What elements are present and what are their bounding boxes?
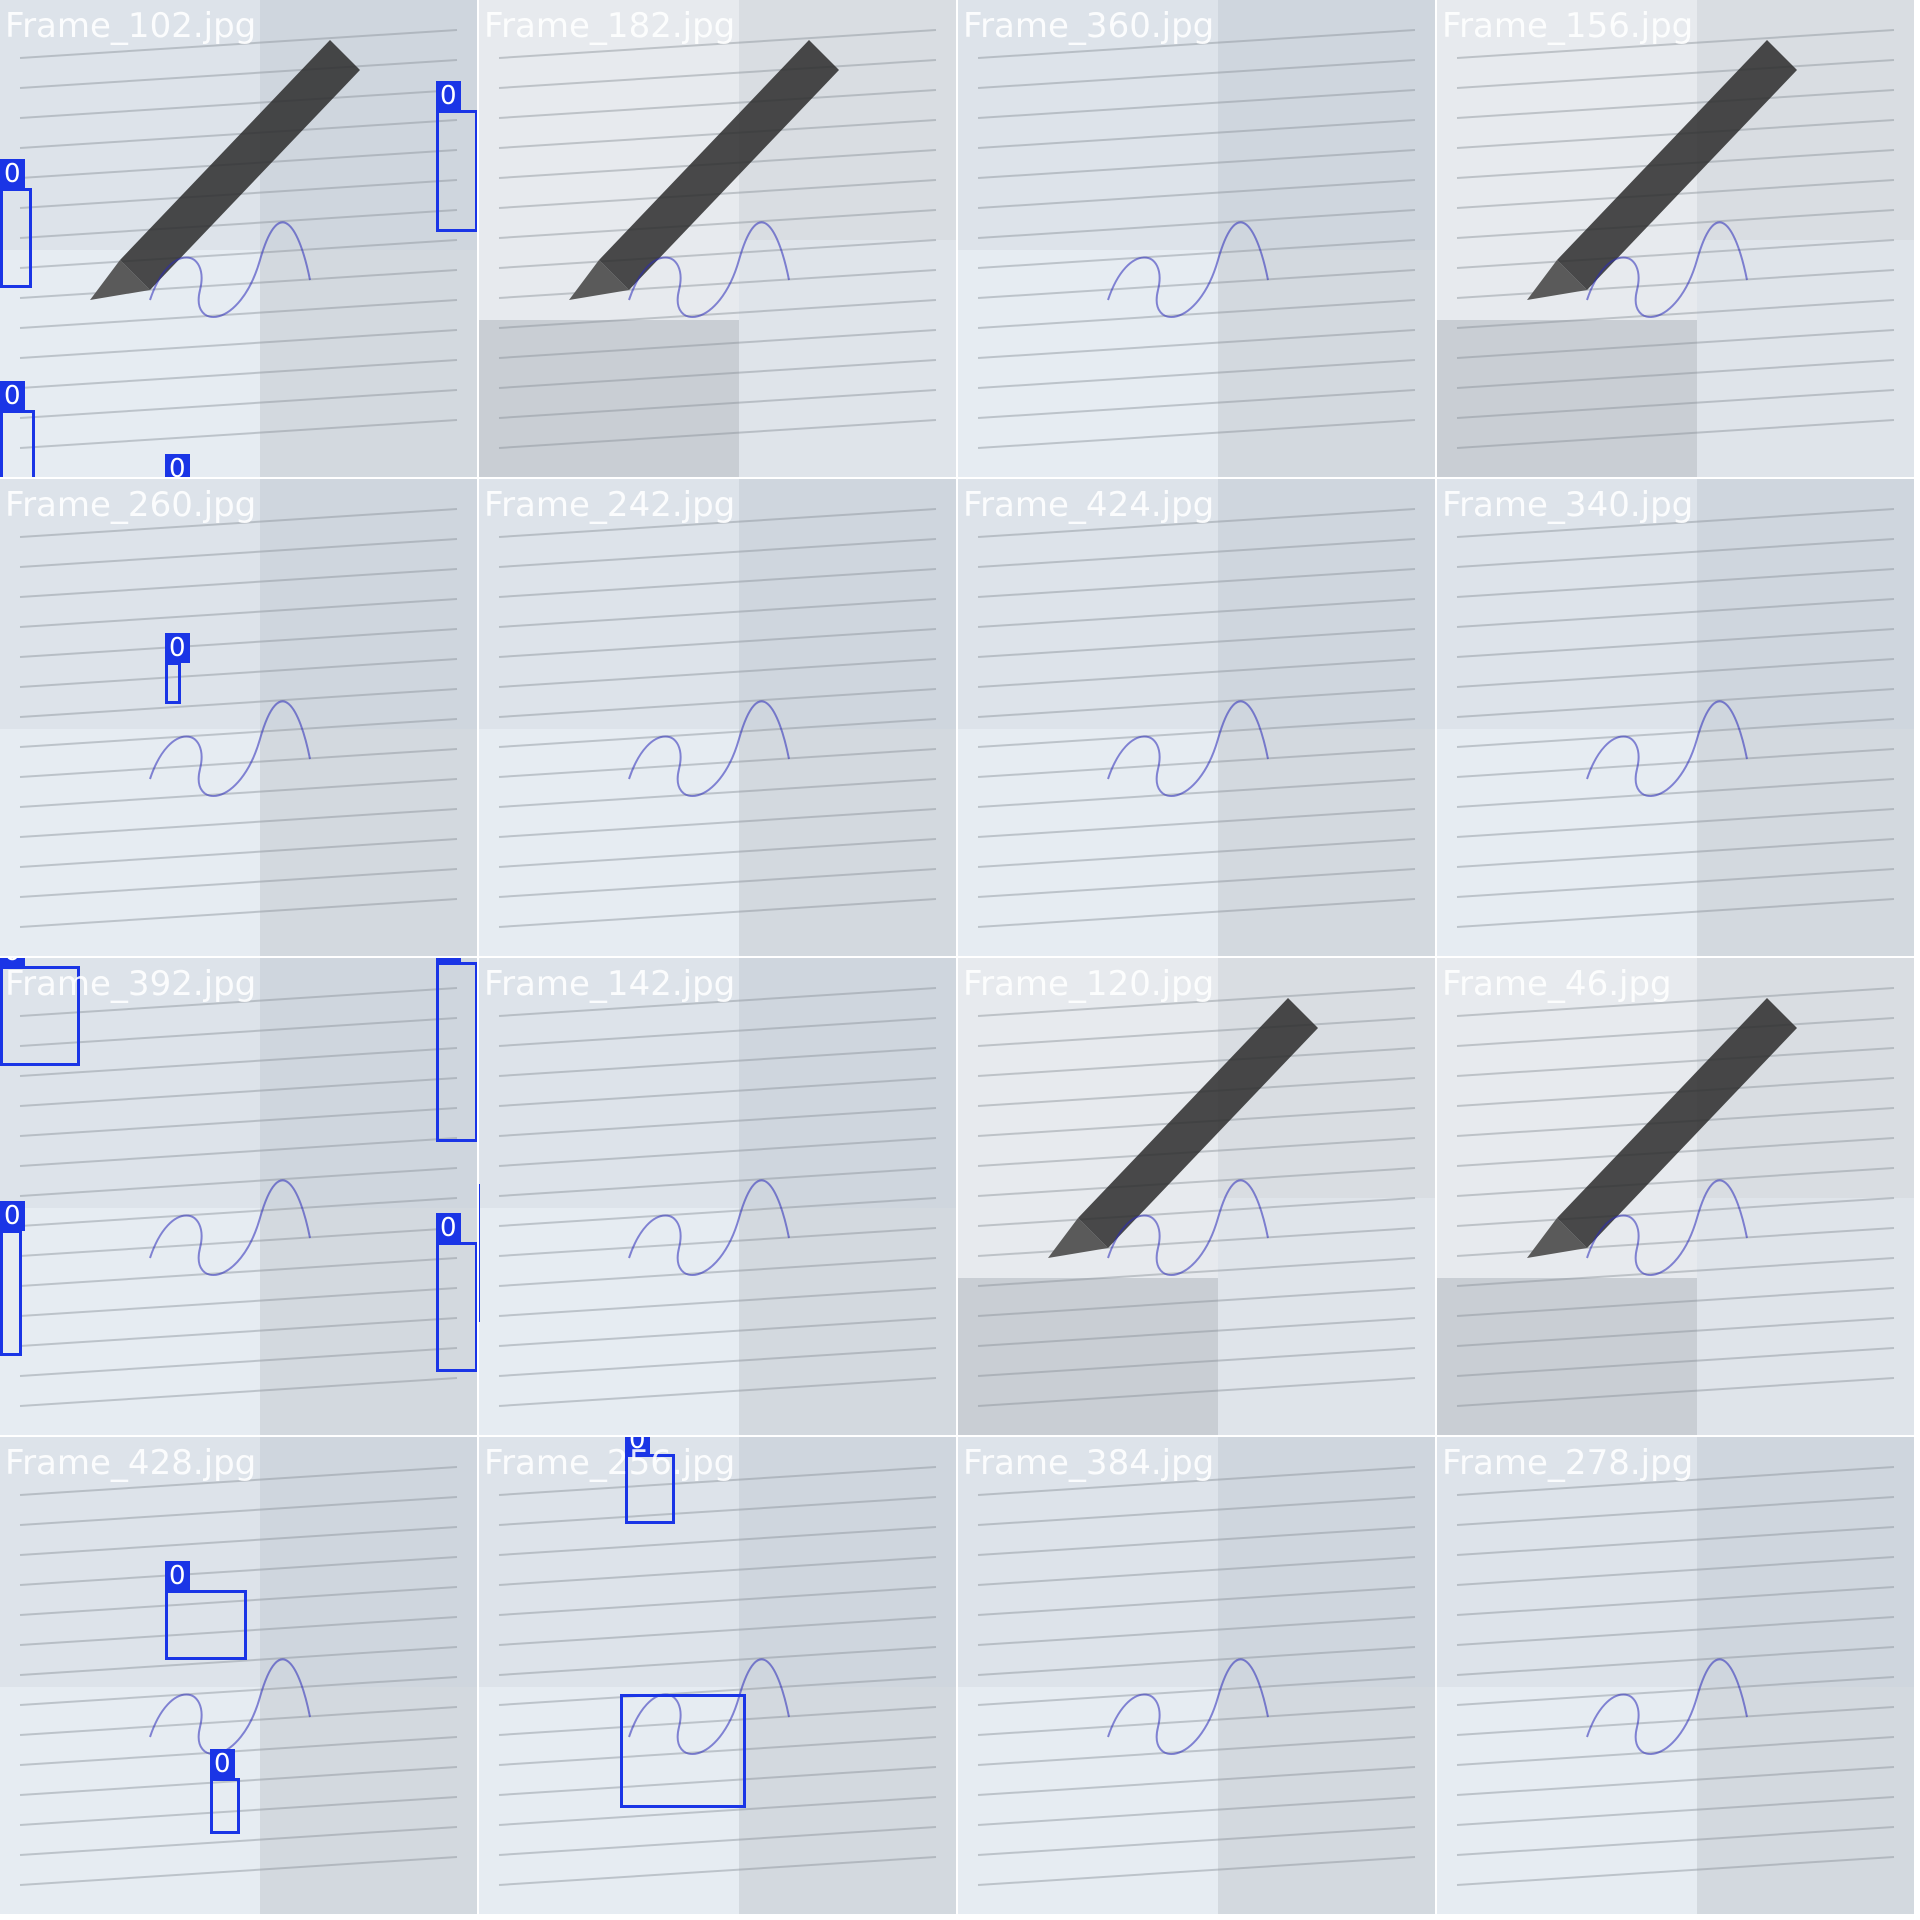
detection-box: 0: [0, 381, 35, 477]
detection-class-label: 0: [165, 633, 190, 663]
tile-filename: Frame_242.jpg: [484, 485, 736, 525]
mosaic-tile: Frame_256.jpg 0: [479, 1437, 956, 1914]
detection-box: 0: [210, 1749, 240, 1834]
mosaic-tile: Frame_340.jpg00: [1437, 479, 1914, 956]
photo-background: [958, 1437, 1435, 1914]
photo-background: [1437, 0, 1914, 477]
detection-box: 0: [165, 633, 190, 704]
detection-box: [620, 1694, 746, 1808]
tile-filename: Frame_156.jpg: [1442, 6, 1694, 46]
tile-filename: Frame_278.jpg: [1442, 1443, 1694, 1483]
mosaic-tile: Frame_424.jpg00: [958, 479, 1435, 956]
detection-box: 0: [436, 1213, 477, 1372]
mosaic-tile: Frame_120.jpg00: [958, 958, 1435, 1435]
tile-filename: Frame_424.jpg: [963, 485, 1215, 525]
photo-background: [0, 0, 477, 477]
mosaic-tile: Frame_260.jpg 0: [0, 479, 477, 956]
detection-class-label: 0: [0, 159, 25, 189]
photo-background: [1437, 479, 1914, 956]
mosaic-tile: Frame_428.jpg 0 0: [0, 1437, 477, 1914]
detection-box: 0: [436, 81, 477, 232]
detection-box: 0: [165, 1561, 247, 1660]
mosaic-tile: Frame_156.jpg00: [1437, 0, 1914, 477]
photo-background: [0, 1437, 477, 1914]
mosaic-tile: Frame_384.jpg0: [958, 1437, 1435, 1914]
photo-background: [958, 479, 1435, 956]
tile-filename: Frame_360.jpg: [963, 6, 1215, 46]
detection-box: 0: [0, 159, 32, 288]
tile-filename: Frame_428.jpg: [5, 1443, 257, 1483]
photo-background: [958, 958, 1435, 1435]
tile-filename: Frame_182.jpg: [484, 6, 736, 46]
tile-filename: Frame_384.jpg: [963, 1443, 1215, 1483]
tile-filename: Frame_46.jpg: [1442, 964, 1672, 1004]
detection-box: 0: [479, 1184, 480, 1322]
detection-class-label: 0: [165, 454, 190, 477]
photo-background: [479, 958, 956, 1435]
tile-filename: Frame_142.jpg: [484, 964, 736, 1004]
photo-background: [958, 0, 1435, 477]
photo-background: [1437, 958, 1914, 1435]
photo-background: [479, 0, 956, 477]
detection-class-label: 0: [436, 958, 461, 963]
mosaic-tile: Frame_102.jpg 0 0 0 0: [0, 0, 477, 477]
tile-filename: Frame_256.jpg: [484, 1443, 736, 1483]
photo-background: [479, 479, 956, 956]
detection-class-label: 0: [210, 1749, 235, 1779]
photo-background: [1437, 1437, 1914, 1914]
detection-box: 0: [436, 958, 477, 1142]
mosaic-tile: Frame_278.jpg: [1437, 1437, 1914, 1914]
detection-class-label: 0: [0, 1201, 25, 1231]
detection-class-label: 0: [436, 81, 461, 111]
mosaic-tile: Frame_182.jpg000: [479, 0, 956, 477]
mosaic-tile: Frame_46.jpg00: [1437, 958, 1914, 1435]
mosaic-tile: Frame_142.jpg 0: [479, 958, 956, 1435]
tile-filename: Frame_102.jpg: [5, 6, 257, 46]
photo-background: [0, 479, 477, 956]
mosaic-tile: Frame_242.jpg0: [479, 479, 956, 956]
detection-class-label: 0: [0, 381, 25, 411]
tile-filename: Frame_120.jpg: [963, 964, 1215, 1004]
detection-box: 0: [0, 1201, 25, 1356]
tile-filename: Frame_260.jpg: [5, 485, 257, 525]
detection-class-label: 0: [165, 1561, 190, 1591]
detection-class-label: 0: [436, 1213, 461, 1243]
tile-filename: Frame_392.jpg: [5, 964, 257, 1004]
mosaic-tile: Frame_392.jpg0000: [0, 958, 477, 1435]
mosaic-tile: Frame_360.jpg00: [958, 0, 1435, 477]
photo-background: [479, 1437, 956, 1914]
tile-filename: Frame_340.jpg: [1442, 485, 1694, 525]
image-mosaic-grid: Frame_102.jpg0000Frame_182.jpg000Frame_3…: [0, 0, 1920, 1920]
